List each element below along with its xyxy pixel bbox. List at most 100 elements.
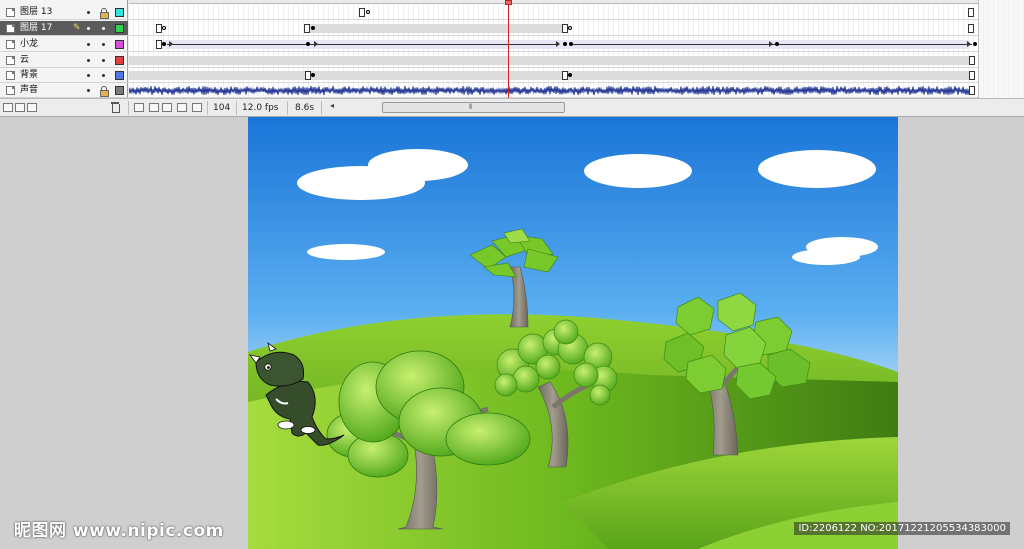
layer-name: 声音 — [20, 85, 39, 95]
center-frame-icon[interactable] — [134, 103, 144, 112]
keyframe-marker — [568, 73, 572, 77]
timeline-overflow-area — [978, 0, 1024, 98]
scroll-left-arrow-icon[interactable]: ◂ — [330, 101, 334, 110]
visibility-dot[interactable] — [87, 74, 90, 77]
layer-color-swatch[interactable] — [115, 8, 124, 17]
keyframe[interactable] — [969, 71, 975, 80]
timeline-status-bar: 104 12.0 fps 8.6s ◂ ⦀ — [0, 98, 1024, 116]
current-frame: 104 — [213, 103, 231, 113]
insert-layer-icon[interactable] — [3, 103, 13, 112]
visibility-dot[interactable] — [87, 43, 90, 46]
layer-color-swatch[interactable] — [115, 24, 124, 33]
keyframe[interactable] — [359, 8, 365, 17]
layer-icon — [6, 86, 15, 95]
layer-color-swatch[interactable] — [115, 71, 124, 80]
layer-row-sound[interactable]: 声音 — [0, 83, 128, 98]
layer-name: 图层 13 — [20, 7, 53, 17]
frame-row-background[interactable] — [129, 68, 978, 83]
layer-color-swatch[interactable] — [115, 86, 124, 95]
keyframe-marker — [569, 42, 573, 46]
frame-row-dragon[interactable] — [129, 37, 978, 52]
visibility-dot[interactable] — [87, 11, 90, 14]
timeline-scrollbar[interactable]: ⦀ — [382, 102, 565, 113]
layer-color-swatch[interactable] — [115, 40, 124, 49]
add-guide-layer-icon[interactable] — [15, 103, 25, 112]
flash-editor-window: 图层 13 图层 17 ✎ 小龙 云 背景 声音 104 12.0 fps 8.… — [0, 0, 1024, 549]
layer-row-cloud[interactable]: 云 — [0, 53, 128, 68]
elapsed-time: 8.6s — [295, 103, 315, 113]
layer-icon — [6, 8, 15, 17]
keyframe[interactable] — [304, 24, 310, 33]
keyframe-marker — [311, 26, 315, 30]
onion-skin-icon[interactable] — [149, 103, 159, 112]
layer-color-swatch[interactable] — [115, 56, 124, 65]
visibility-dot[interactable] — [87, 89, 90, 92]
trash-icon[interactable] — [111, 102, 120, 113]
frame-rate[interactable]: 12.0 fps — [242, 101, 278, 115]
layer-row-dragon[interactable]: 小龙 — [0, 37, 128, 52]
keyframe-marker — [563, 42, 567, 46]
divider — [207, 101, 208, 115]
frame-row-17[interactable] — [129, 21, 978, 36]
keyframe[interactable] — [968, 8, 974, 17]
tween-arrowhead — [769, 41, 773, 47]
lock-icon[interactable] — [100, 8, 109, 19]
keyframe-marker — [366, 10, 370, 14]
layer-row-17[interactable]: 图层 17 ✎ — [0, 21, 128, 36]
layer-name: 背景 — [20, 70, 39, 80]
timeline-panel: 图层 13 图层 17 ✎ 小龙 云 背景 声音 104 12.0 fps 8.… — [0, 0, 1024, 117]
tween-arrowhead — [169, 41, 173, 47]
keyframe-marker — [775, 42, 779, 46]
frame-span[interactable] — [129, 56, 971, 65]
layer-icon — [6, 71, 15, 80]
layer-name: 小龙 — [20, 39, 39, 49]
lock-dot[interactable] — [102, 27, 105, 30]
frame-ruler[interactable] — [129, 0, 978, 4]
keyframe-marker — [162, 26, 166, 30]
layer-icon — [6, 24, 15, 33]
keyframe-marker — [306, 42, 310, 46]
insert-folder-icon[interactable] — [27, 103, 37, 112]
lock-icon[interactable] — [100, 86, 109, 97]
divider — [236, 101, 237, 115]
visibility-dot[interactable] — [87, 59, 90, 62]
keyframe-marker — [568, 26, 572, 30]
frame-row-13[interactable] — [129, 5, 978, 20]
watermark-site: 昵图网 www.nipic.com — [14, 521, 224, 541]
divider — [128, 101, 129, 115]
scene-artwork — [248, 117, 898, 549]
frame-row-sound[interactable] — [129, 83, 978, 98]
lock-dot[interactable] — [102, 43, 105, 46]
layer-list: 图层 13 图层 17 ✎ 小龙 云 背景 声音 — [0, 0, 128, 98]
divider — [287, 101, 288, 115]
visibility-dot[interactable] — [87, 27, 90, 30]
playhead-line — [508, 4, 509, 98]
keyframe[interactable] — [968, 24, 974, 33]
tween-arrowhead — [314, 41, 318, 47]
sound-waveform — [129, 85, 974, 96]
layer-row-background[interactable]: 背景 — [0, 68, 128, 83]
keyframe-marker — [311, 73, 315, 77]
layer-icon — [6, 40, 15, 49]
onion-skin-outlines-icon[interactable] — [162, 103, 172, 112]
frame-span[interactable] — [310, 24, 564, 33]
lock-dot[interactable] — [102, 74, 105, 77]
keyframe-marker — [973, 42, 977, 46]
frame-row-cloud[interactable] — [129, 53, 978, 68]
frame-span[interactable] — [129, 71, 971, 80]
edit-multiple-frames-icon[interactable] — [177, 103, 187, 112]
layer-icon — [6, 56, 15, 65]
layer-row-13[interactable]: 图层 13 — [0, 5, 128, 20]
divider — [321, 101, 322, 115]
modify-onion-markers-icon[interactable] — [192, 103, 202, 112]
lock-dot[interactable] — [102, 59, 105, 62]
frame-grid[interactable] — [129, 0, 978, 98]
watermark-id: ID:2206122 NO:20171221205534383000 — [794, 522, 1010, 535]
scroll-grip-icon: ⦀ — [469, 103, 473, 111]
stage-canvas[interactable] — [248, 117, 898, 549]
keyframe[interactable] — [969, 56, 975, 65]
tween-arrowhead — [556, 41, 560, 47]
keyframe[interactable] — [969, 86, 975, 95]
keyframe-marker — [162, 42, 166, 46]
layer-name: 图层 17 — [20, 23, 53, 33]
